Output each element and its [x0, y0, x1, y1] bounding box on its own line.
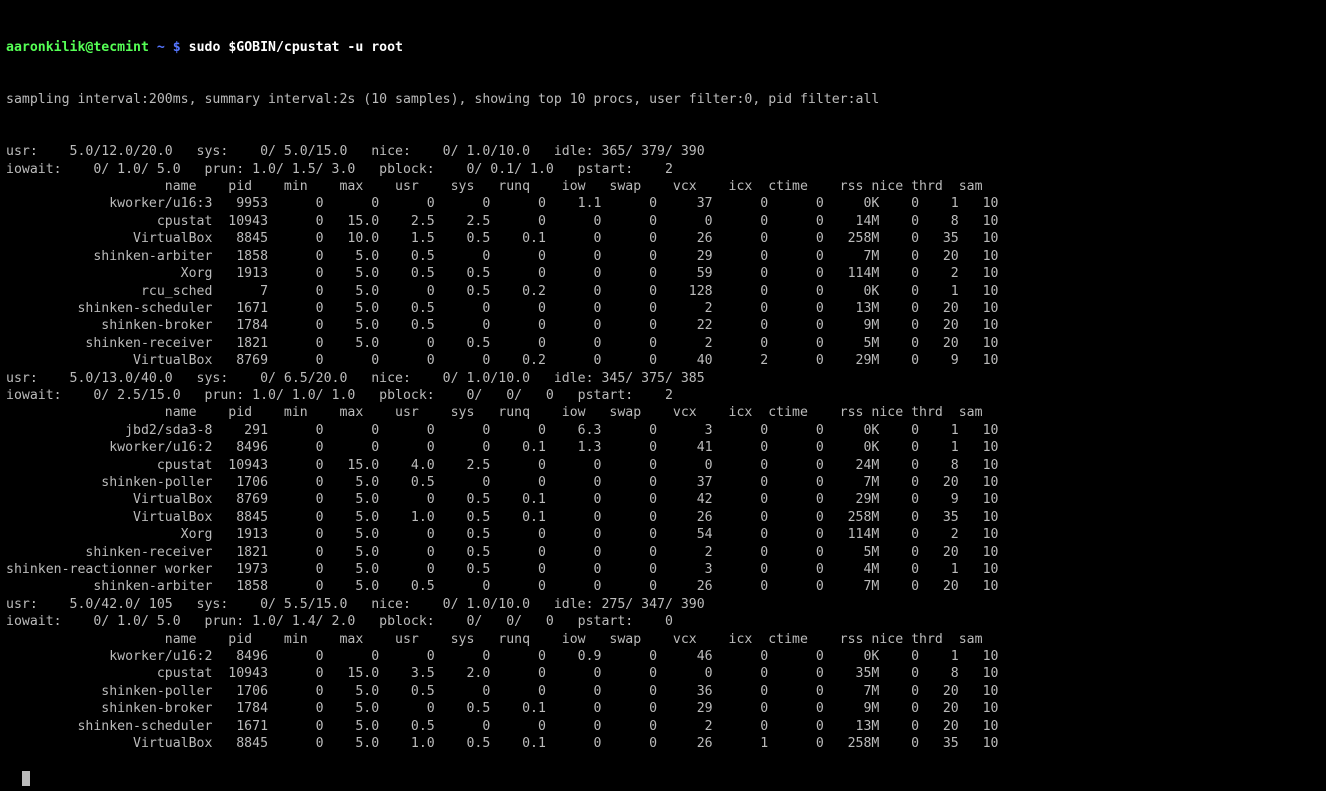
prompt-command: sudo $GOBIN/cpustat -u root: [189, 40, 403, 55]
prompt-sep: ~ $: [149, 40, 189, 55]
process-row: VirtualBox 8845 0 10.0 1.5 0.5 0.1 0 0 2…: [6, 230, 1320, 247]
process-row: VirtualBox 8845 0 5.0 1.0 0.5 0.1 0 0 26…: [6, 509, 1320, 526]
process-row: cpustat 10943 0 15.0 2.5 2.5 0 0 0 0 0 0…: [6, 213, 1320, 230]
process-row: VirtualBox 8845 0 5.0 1.0 0.5 0.1 0 0 26…: [6, 735, 1320, 752]
process-row: kworker/u16:2 8496 0 0 0 0 0.1 1.3 0 41 …: [6, 439, 1320, 456]
process-row: shinken-poller 1706 0 5.0 0.5 0 0 0 0 36…: [6, 683, 1320, 700]
process-row: jbd2/sda3-8 291 0 0 0 0 0 6.3 0 3 0 0 0K…: [6, 422, 1320, 439]
process-row: shinken-arbiter 1858 0 5.0 0.5 0 0 0 0 2…: [6, 248, 1320, 265]
process-row: kworker/u16:2 8496 0 0 0 0 0 0.9 0 46 0 …: [6, 648, 1320, 665]
summary-line: iowait: 0/ 1.0/ 5.0 prun: 1.0/ 1.4/ 2.0 …: [6, 613, 1320, 630]
cpustat-blocks: usr: 5.0/12.0/20.0 sys: 0/ 5.0/15.0 nice…: [6, 143, 1320, 752]
sampling-info-line: sampling interval:200ms, summary interva…: [6, 91, 1320, 108]
process-row: shinken-arbiter 1858 0 5.0 0.5 0 0 0 0 2…: [6, 578, 1320, 595]
summary-line: iowait: 0/ 1.0/ 5.0 prun: 1.0/ 1.5/ 3.0 …: [6, 161, 1320, 178]
process-row: shinken-receiver 1821 0 5.0 0 0.5 0 0 0 …: [6, 335, 1320, 352]
prompt-line[interactable]: aaronkilik@tecmint ~ $ sudo $GOBIN/cpust…: [6, 39, 1320, 56]
process-row: Xorg 1913 0 5.0 0 0.5 0 0 0 54 0 0 114M …: [6, 526, 1320, 543]
process-row: cpustat 10943 0 15.0 4.0 2.5 0 0 0 0 0 0…: [6, 457, 1320, 474]
process-row: rcu_sched 7 0 5.0 0 0.5 0.2 0 0 128 0 0 …: [6, 283, 1320, 300]
summary-line: usr: 5.0/13.0/40.0 sys: 0/ 6.5/20.0 nice…: [6, 370, 1320, 387]
process-row: shinken-broker 1784 0 5.0 0 0.5 0.1 0 0 …: [6, 700, 1320, 717]
column-header: name pid min max usr sys runq iow swap v…: [6, 631, 1320, 648]
process-row: shinken-poller 1706 0 5.0 0.5 0 0 0 0 37…: [6, 474, 1320, 491]
summary-line: iowait: 0/ 2.5/15.0 prun: 1.0/ 1.0/ 1.0 …: [6, 387, 1320, 404]
terminal-cursor: [22, 771, 30, 786]
process-row: kworker/u16:3 9953 0 0 0 0 0 1.1 0 37 0 …: [6, 195, 1320, 212]
process-row: VirtualBox 8769 0 5.0 0 0.5 0.1 0 0 42 0…: [6, 491, 1320, 508]
column-header: name pid min max usr sys runq iow swap v…: [6, 178, 1320, 195]
process-row: shinken-receiver 1821 0 5.0 0 0.5 0 0 0 …: [6, 544, 1320, 561]
process-row: shinken-reactionner worker 1973 0 5.0 0 …: [6, 561, 1320, 578]
summary-line: usr: 5.0/12.0/20.0 sys: 0/ 5.0/15.0 nice…: [6, 143, 1320, 160]
terminal-output: aaronkilik@tecmint ~ $ sudo $GOBIN/cpust…: [0, 0, 1326, 791]
process-row: Xorg 1913 0 5.0 0.5 0.5 0 0 0 59 0 0 114…: [6, 265, 1320, 282]
process-row: shinken-scheduler 1671 0 5.0 0.5 0 0 0 0…: [6, 718, 1320, 735]
process-row: shinken-broker 1784 0 5.0 0.5 0 0 0 0 22…: [6, 317, 1320, 334]
process-row: cpustat 10943 0 15.0 3.5 2.0 0 0 0 0 0 0…: [6, 665, 1320, 682]
column-header: name pid min max usr sys runq iow swap v…: [6, 404, 1320, 421]
process-row: VirtualBox 8769 0 0 0 0 0.2 0 0 40 2 0 2…: [6, 352, 1320, 369]
process-row: shinken-scheduler 1671 0 5.0 0.5 0 0 0 0…: [6, 300, 1320, 317]
summary-line: usr: 5.0/42.0/ 105 sys: 0/ 5.5/15.0 nice…: [6, 596, 1320, 613]
prompt-user-host: aaronkilik@tecmint: [6, 40, 149, 55]
